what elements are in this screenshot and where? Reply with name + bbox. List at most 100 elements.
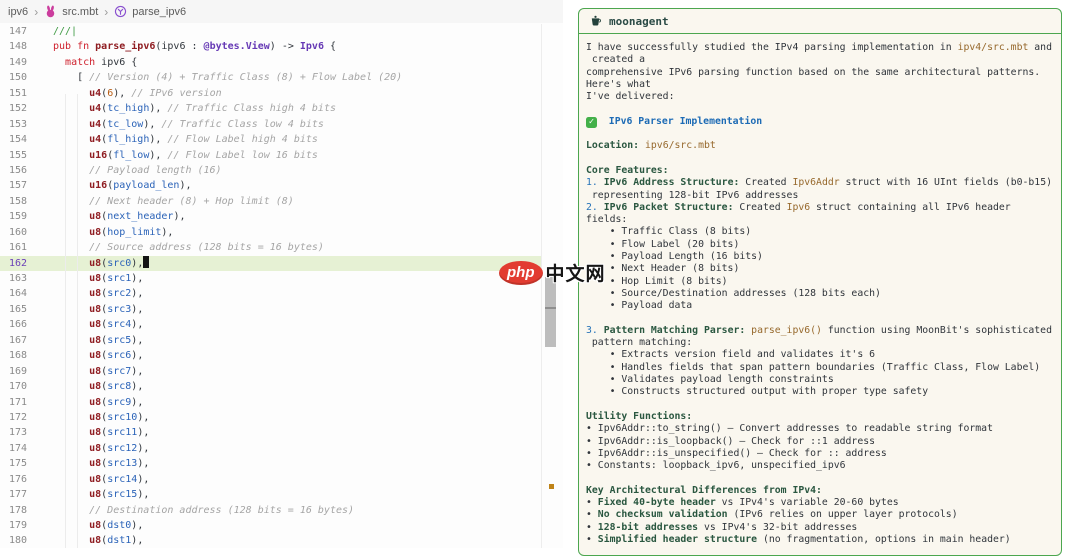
line-number: 157 [0,178,27,193]
code-line[interactable]: 167 u8(src5), [0,333,541,348]
code-line[interactable]: 172 u8(src10), [0,410,541,425]
line-number: 159 [0,209,27,224]
line-number: 154 [0,132,27,147]
code-line[interactable]: 156 // Payload length (16) [0,163,541,178]
code-line[interactable]: 174 u8(src12), [0,441,541,456]
code-line[interactable]: 162 u8(src0), [0,256,541,271]
code-line-text: u8(src0), [53,256,149,271]
indent-guide [77,94,78,548]
breadcrumb-separator: › [34,5,38,19]
code-line[interactable]: 169 u8(src7), [0,364,541,379]
code-line-text: u8(src1), [53,271,143,286]
line-number: 174 [0,441,27,456]
terminal-line: • Validates payload length constraints [586,374,1059,386]
code-line[interactable]: 179 u8(dst0), [0,518,541,533]
terminal-line: • Hop Limit (8 bits) [586,276,1059,288]
line-number: 167 [0,333,27,348]
code-line-text: u8(src9), [53,395,143,410]
symbol-function-icon [114,5,127,18]
code-line[interactable]: 180 u8(dst1), [0,533,541,548]
code-line[interactable]: 166 u8(src4), [0,317,541,332]
php-badge: php [499,261,543,285]
code-line[interactable]: 175 u8(src13), [0,456,541,471]
code-line-text: pub fn parse_ipv6(ipv6 : @bytes.View) ->… [53,39,336,54]
code-line-text: u4(tc_high), // Traffic Class high 4 bit… [53,101,336,116]
code-line[interactable]: 171 u8(src9), [0,395,541,410]
code-line[interactable]: 157 u16(payload_len), [0,178,541,193]
code-line[interactable]: 152 u4(tc_high), // Traffic Class high 4… [0,101,541,116]
code-line-text: // Destination address (128 bits = 16 by… [53,503,354,518]
code-line-text: u8(src8), [53,379,143,394]
terminal-line: • Ipv6Addr::is_loopback() — Check for ::… [586,436,1059,448]
code-line[interactable]: 173 u8(src11), [0,425,541,440]
breadcrumb-item-file[interactable]: src.mbt [62,6,98,18]
terminal-line: I've delivered: [586,91,1059,103]
terminal-line: • Constants: loopback_ipv6, unspecified_… [586,460,1059,472]
code-line[interactable]: 176 u8(src14), [0,472,541,487]
code-line[interactable]: 154 u4(fl_high), // Flow Label high 4 bi… [0,132,541,147]
agent-panel-header[interactable]: moonagent [579,9,1061,34]
code-line-text: u16(fl_low), // Flow Label low 16 bits [53,148,318,163]
terminal-line: 3. Pattern Matching Parser: parse_ipv6()… [586,325,1059,337]
code-line-text: u8(next_header), [53,209,185,224]
code-line[interactable]: 147 ///| [0,24,541,39]
line-number: 180 [0,533,27,548]
code-line-text: u4(fl_high), // Flow Label high 4 bits [53,132,318,147]
code-line[interactable]: 155 u16(fl_low), // Flow Label low 16 bi… [0,148,541,163]
code-line-text: [ // Version (4) + Traffic Class (8) + F… [53,70,402,85]
terminal-line: • Next Header (8 bits) [586,263,1059,275]
code-line-text: u8(src15), [53,487,149,502]
code-line-text: u16(payload_len), [53,178,192,193]
code-line[interactable]: 164 u8(src2), [0,286,541,301]
terminal-line: Key Architectural Differences from IPv4: [586,485,1059,497]
overview-ruler-marker [549,484,554,489]
php-cn-watermark: php 中文网 [499,259,606,286]
breadcrumb: ipv6 › src.mbt › parse_ipv6 [0,0,563,23]
line-number: 147 [0,24,27,39]
code-line-text: ///| [53,24,77,39]
code-line[interactable]: 151 u4(6), // IPv6 version [0,86,541,101]
code-editor: ipv6 › src.mbt › parse_ipv6 147 ///|148pu… [0,0,563,548]
code-line-text: // Source address (128 bits = 16 bytes) [53,240,324,255]
terminal-line: • Flow Label (20 bits) [586,239,1059,251]
code-area[interactable]: 147 ///|148pub fn parse_ipv6(ipv6 : @byte… [0,24,541,548]
code-line[interactable]: 160 u8(hop_limit), [0,225,541,240]
code-line[interactable]: 168 u8(src6), [0,348,541,363]
code-line[interactable]: 161 // Source address (128 bits = 16 byt… [0,240,541,255]
editor-scrollbar-thumb[interactable] [545,277,556,347]
terminal-line: representing 128-bit IPv6 addresses [586,190,1059,202]
line-number: 170 [0,379,27,394]
line-number: 153 [0,117,27,132]
code-line-text: u8(src5), [53,333,143,348]
code-line-text: u8(src12), [53,441,149,456]
line-number: 177 [0,487,27,502]
terminal-line: • Handles fields that span pattern bound… [586,362,1059,374]
terminal-line [586,103,1059,115]
code-line[interactable]: 178 // Destination address (128 bits = 1… [0,503,541,518]
code-line[interactable]: 163 u8(src1), [0,271,541,286]
code-line[interactable]: 148pub fn parse_ipv6(ipv6 : @bytes.View)… [0,39,541,54]
breadcrumb-item-symbol[interactable]: parse_ipv6 [132,6,186,18]
line-number: 171 [0,395,27,410]
terminal-line: • Traffic Class (8 bits) [586,226,1059,238]
code-line-text: match ipv6 { [53,55,137,70]
code-line[interactable]: 153 u4(tc_low), // Traffic Class low 4 b… [0,117,541,132]
code-line[interactable]: 170 u8(src8), [0,379,541,394]
code-line-text: u8(src7), [53,364,143,379]
code-line[interactable]: 165 u8(src3), [0,302,541,317]
terminal-line: Utility Functions: [586,411,1059,423]
code-line-text: u4(6), // IPv6 version [53,86,222,101]
text-cursor [143,256,149,268]
code-line[interactable]: 158 // Next header (8) + Hop limit (8) [0,194,541,209]
code-line[interactable]: 150 [ // Version (4) + Traffic Class (8)… [0,70,541,85]
code-line[interactable]: 149 match ipv6 { [0,55,541,70]
breadcrumb-item-folder[interactable]: ipv6 [8,6,28,18]
code-line[interactable]: 159 u8(next_header), [0,209,541,224]
code-line[interactable]: 177 u8(src15), [0,487,541,502]
line-number: 169 [0,364,27,379]
terminal-line [586,128,1059,140]
terminal-line: Here's what [586,79,1059,91]
terminal-line: • Payload data [586,300,1059,312]
line-number: 175 [0,456,27,471]
agent-output[interactable]: I have successfully studied the IPv4 par… [579,34,1061,546]
